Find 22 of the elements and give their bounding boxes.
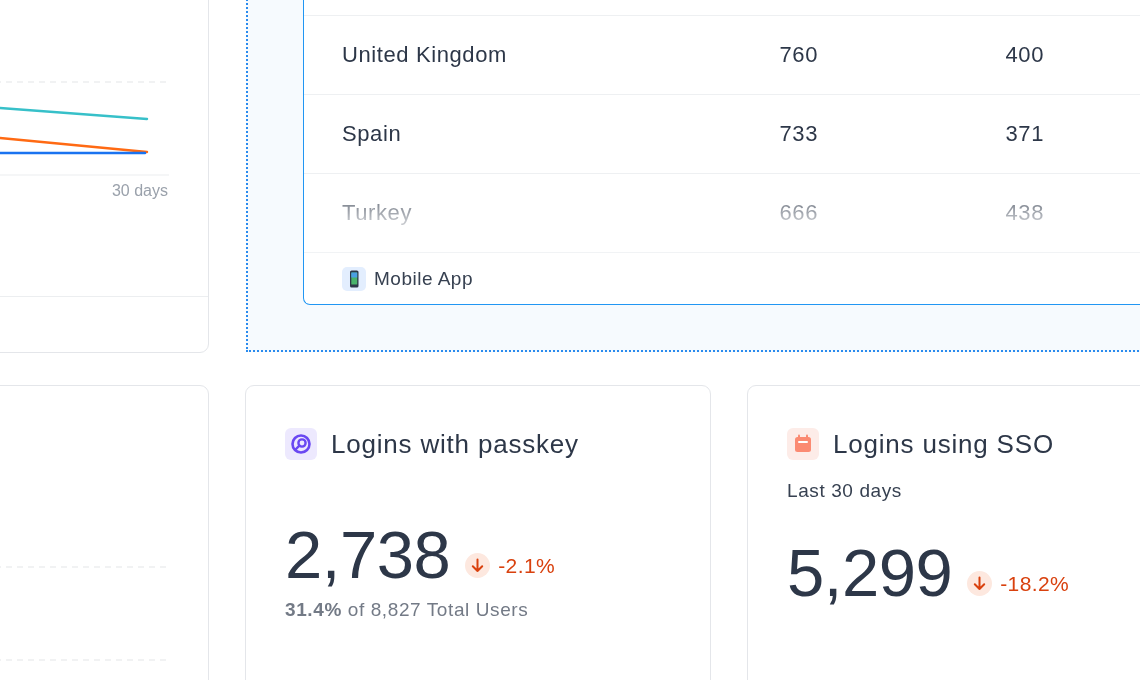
table-cell: 733 bbox=[779, 121, 818, 147]
change-percent: -2.1% bbox=[498, 553, 556, 578]
table-cell: United Kingdom bbox=[342, 42, 507, 68]
table-cell: 666 bbox=[779, 200, 818, 226]
change-percent: -18.2% bbox=[1000, 571, 1070, 596]
card-subtitle: Last 30 days bbox=[787, 480, 902, 502]
stat-note: 31.4% of 8,827 Total Users bbox=[285, 599, 529, 621]
table-cell: Spain bbox=[342, 121, 402, 147]
table-cell: 371 bbox=[1005, 121, 1044, 147]
table-cell: 438 bbox=[1005, 200, 1044, 226]
phone-icon bbox=[342, 266, 366, 291]
footer-label: Mobile App bbox=[374, 267, 473, 290]
card-title: Logins using SSO bbox=[833, 428, 1054, 460]
ring-icon bbox=[285, 428, 317, 460]
calendar-icon bbox=[787, 428, 819, 460]
table-cell: Turkey bbox=[342, 200, 413, 226]
stat-value: 2,738 bbox=[285, 522, 451, 588]
stat-value: 5,299 bbox=[787, 540, 953, 606]
table-cell: 760 bbox=[779, 42, 818, 68]
table-cell: 400 bbox=[1005, 42, 1044, 68]
axis-label: 30 days bbox=[111, 181, 168, 201]
card-title: Logins with passkey bbox=[331, 428, 579, 460]
